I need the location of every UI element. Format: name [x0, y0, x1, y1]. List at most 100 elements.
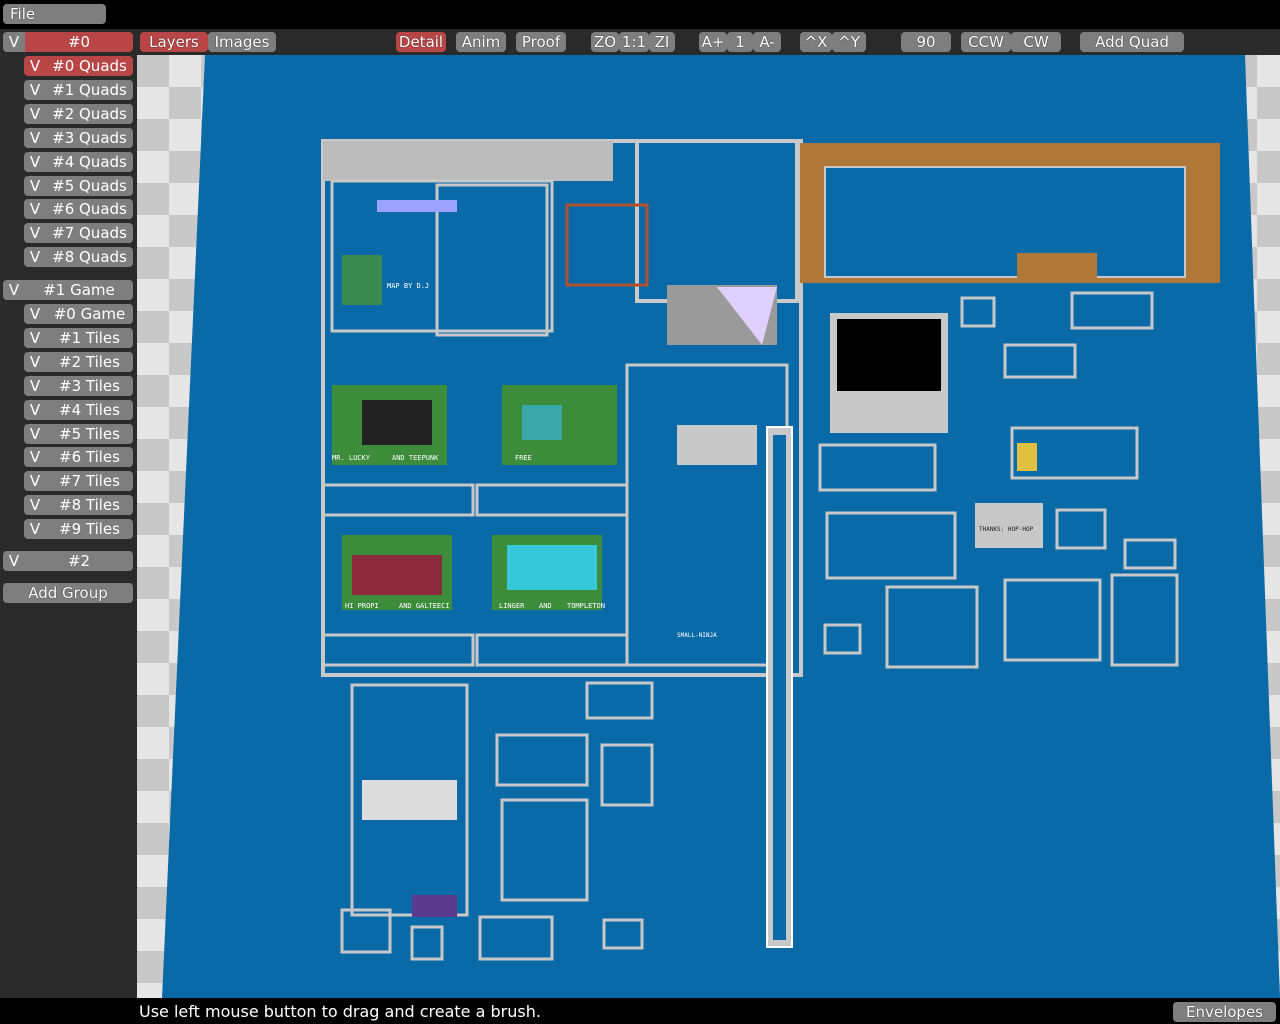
map-arena-water: [824, 166, 1186, 278]
layer-visibility-toggle[interactable]: V: [24, 519, 46, 540]
zoom-out-button[interactable]: ZO: [591, 32, 619, 52]
layer-row[interactable]: V #4 Quads: [24, 151, 133, 172]
map-dark-room: [837, 319, 941, 391]
layer-label[interactable]: #3 Quads: [46, 127, 133, 148]
layer-visibility-toggle[interactable]: V: [24, 175, 46, 196]
layer-row[interactable]: V #6 Quads: [24, 199, 133, 220]
layer-visibility-toggle[interactable]: V: [24, 223, 46, 244]
add-group-button[interactable]: Add Group: [3, 583, 133, 603]
anim-button[interactable]: Anim: [456, 32, 506, 52]
file-menu-button[interactable]: File: [3, 4, 106, 24]
layer-visibility-toggle[interactable]: V: [24, 151, 46, 172]
detail-button[interactable]: Detail: [396, 32, 446, 52]
group-label[interactable]: #2: [25, 551, 133, 571]
map-label: TOMPLETON: [567, 602, 605, 610]
layer-row[interactable]: V #8 Quads: [24, 247, 133, 268]
group-visibility-toggle[interactable]: V: [3, 280, 25, 300]
layer-visibility-toggle[interactable]: V: [24, 495, 46, 516]
layer-row[interactable]: V #6 Tiles: [24, 447, 133, 468]
layer-label[interactable]: #0 Quads: [46, 56, 133, 76]
layer-row[interactable]: V #1 Tiles: [24, 327, 133, 348]
layer-visibility-toggle[interactable]: V: [24, 471, 46, 492]
layer-row[interactable]: V #3 Tiles: [24, 375, 133, 396]
layer-label[interactable]: #7 Tiles: [46, 471, 133, 492]
map-water-pool: [522, 405, 562, 440]
layer-label[interactable]: #6 Tiles: [46, 447, 133, 468]
group-label[interactable]: #0: [25, 32, 133, 52]
layer-row[interactable]: V #0 Quads: [24, 56, 133, 76]
layer-row[interactable]: V #7 Quads: [24, 223, 133, 244]
layer-row[interactable]: V #7 Tiles: [24, 471, 133, 492]
layer-row[interactable]: V #2 Quads: [24, 103, 133, 124]
layer-label[interactable]: #2 Tiles: [46, 351, 133, 372]
rotate-angle-input[interactable]: 90: [901, 32, 951, 52]
map-sand-ledge: [1017, 253, 1097, 278]
group-label[interactable]: #1 Game: [25, 280, 133, 300]
layer-label[interactable]: #6 Quads: [46, 199, 133, 220]
layer-row[interactable]: V #9 Tiles: [24, 519, 133, 540]
layer-label[interactable]: #1 Quads: [46, 79, 133, 100]
map-tiles: [1017, 443, 1037, 471]
layer-label[interactable]: #4 Tiles: [46, 399, 133, 420]
anim-faster-button[interactable]: A+: [699, 32, 727, 52]
group-visibility-toggle[interactable]: V: [3, 32, 25, 52]
layer-row[interactable]: V #4 Tiles: [24, 399, 133, 420]
layer-visibility-toggle[interactable]: V: [24, 304, 46, 324]
proof-button[interactable]: Proof: [516, 32, 566, 52]
add-quad-button[interactable]: Add Quad: [1080, 32, 1184, 52]
group-header-1[interactable]: V #1 Game: [3, 280, 133, 300]
map-label: SMALL-NINJA: [677, 632, 717, 639]
zoom-in-button[interactable]: ZI: [649, 32, 675, 52]
layer-row[interactable]: V #8 Tiles: [24, 495, 133, 516]
zoom-reset-button[interactable]: 1:1: [619, 32, 649, 52]
tab-layers[interactable]: Layers: [140, 32, 208, 52]
map-canvas[interactable]: MAP BY D.J MR. LUCKY AND TEEPUNK FREE HI…: [137, 55, 1280, 998]
layer-label[interactable]: #5 Tiles: [46, 423, 133, 444]
flip-x-button[interactable]: ^X: [800, 32, 832, 52]
layer-label[interactable]: #8 Tiles: [46, 495, 133, 516]
layer-label[interactable]: #9 Tiles: [46, 519, 133, 540]
layer-visibility-toggle[interactable]: V: [24, 351, 46, 372]
anim-speed-value[interactable]: 1: [727, 32, 753, 52]
anim-slower-button[interactable]: A-: [753, 32, 781, 52]
layer-visibility-toggle[interactable]: V: [24, 56, 46, 76]
rotate-ccw-button[interactable]: CCW: [961, 32, 1011, 52]
layer-visibility-toggle[interactable]: V: [24, 375, 46, 396]
map-room-cyan: [507, 545, 597, 590]
layer-visibility-toggle[interactable]: V: [24, 399, 46, 420]
layer-visibility-toggle[interactable]: V: [24, 423, 46, 444]
layer-visibility-toggle[interactable]: V: [24, 79, 46, 100]
layer-visibility-toggle[interactable]: V: [24, 127, 46, 148]
layer-label[interactable]: #4 Quads: [46, 151, 133, 172]
map-label: LINGER: [499, 602, 525, 610]
layer-row[interactable]: V #5 Tiles: [24, 423, 133, 444]
layer-row[interactable]: V #2 Tiles: [24, 351, 133, 372]
layer-label[interactable]: #0 Game: [46, 304, 133, 324]
layer-visibility-toggle[interactable]: V: [24, 103, 46, 124]
layer-label[interactable]: #3 Tiles: [46, 375, 133, 396]
flip-y-button[interactable]: ^Y: [832, 32, 866, 52]
layer-row[interactable]: V #3 Quads: [24, 127, 133, 148]
map-wall-block: [677, 425, 757, 465]
group-visibility-toggle[interactable]: V: [3, 551, 25, 571]
layer-label[interactable]: #5 Quads: [46, 175, 133, 196]
layer-visibility-toggle[interactable]: V: [24, 199, 46, 220]
layer-label[interactable]: #7 Quads: [46, 223, 133, 244]
layer-row[interactable]: V #1 Quads: [24, 79, 133, 100]
group-header-2[interactable]: V #2: [3, 551, 133, 571]
map-shaft-water: [773, 435, 786, 940]
layer-label[interactable]: #1 Tiles: [46, 327, 133, 348]
layer-label[interactable]: #8 Quads: [46, 247, 133, 268]
map-label: AND: [539, 602, 552, 610]
rotate-cw-button[interactable]: CW: [1011, 32, 1061, 52]
layer-visibility-toggle[interactable]: V: [24, 447, 46, 468]
group-header-0[interactable]: V #0: [3, 32, 133, 52]
envelopes-button[interactable]: Envelopes: [1173, 1002, 1276, 1022]
layer-label[interactable]: #2 Quads: [46, 103, 133, 124]
map-tiles: [377, 200, 457, 212]
layer-visibility-toggle[interactable]: V: [24, 247, 46, 268]
layer-visibility-toggle[interactable]: V: [24, 327, 46, 348]
layer-row[interactable]: V #5 Quads: [24, 175, 133, 196]
tab-images[interactable]: Images: [208, 32, 276, 52]
layer-row[interactable]: V #0 Game: [24, 304, 133, 324]
